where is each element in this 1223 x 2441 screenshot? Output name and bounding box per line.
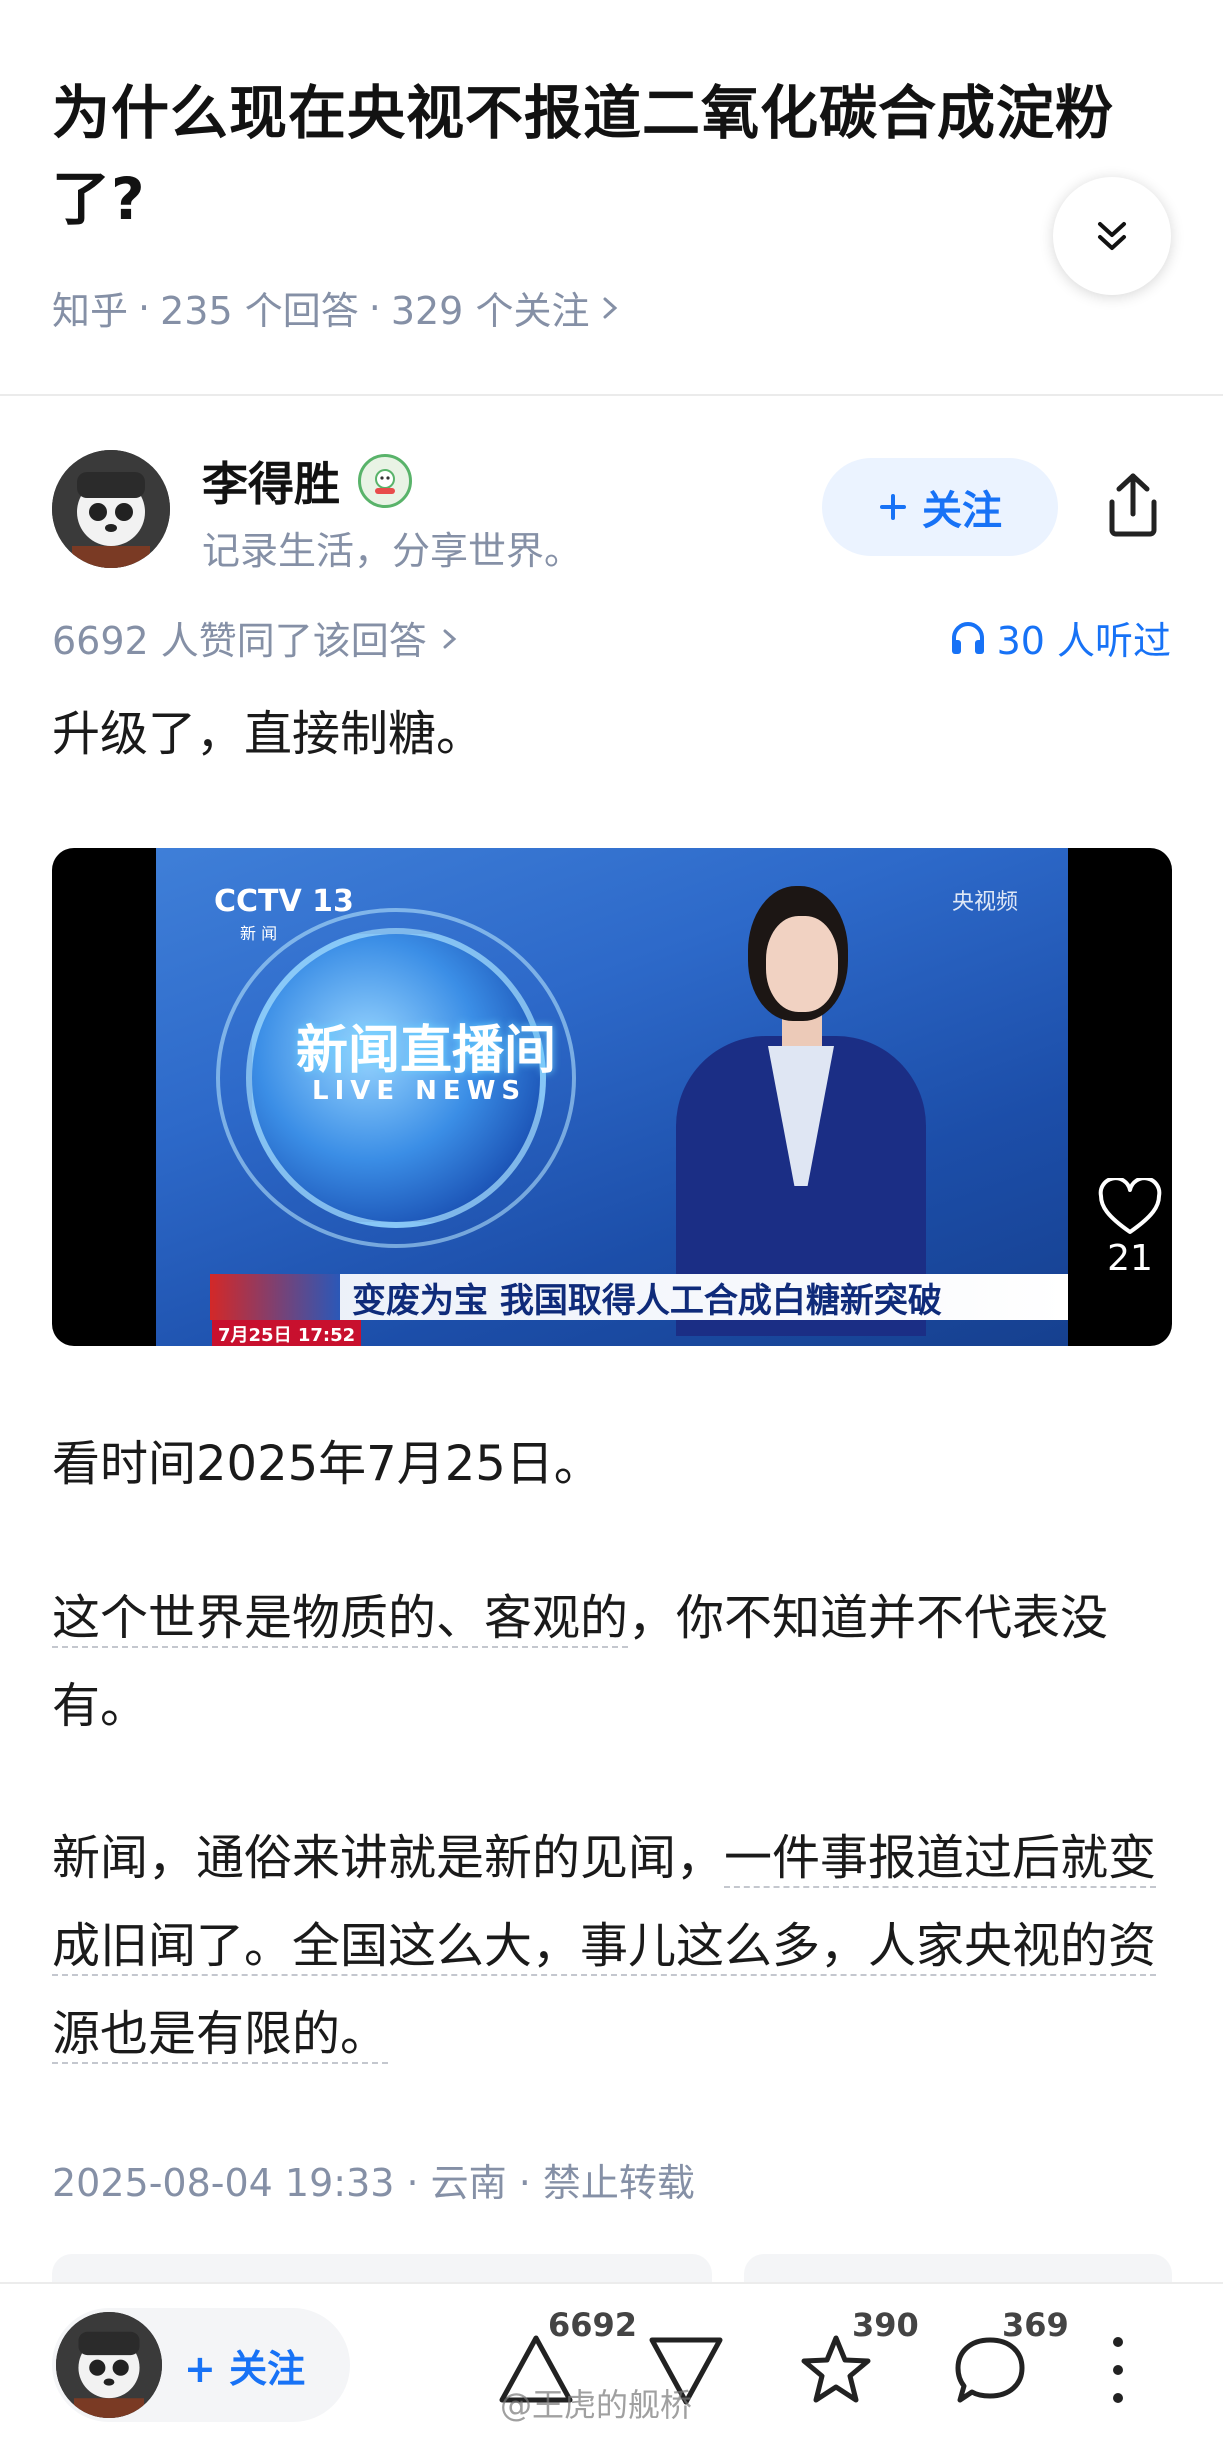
news-anchor: [676, 886, 926, 1336]
ticker-headline: 变废为宝 我国取得人工合成白糖新突破: [352, 1280, 942, 1321]
video-watermark: 央视频: [951, 890, 1018, 915]
author-name[interactable]: 李得胜: [202, 448, 340, 514]
favorite-button[interactable]: 390: [796, 2306, 919, 2418]
upvote-summary-text: 6692 人赞同了该回答: [52, 619, 427, 663]
chevron-right-icon: [443, 629, 457, 649]
source-label: 知乎: [52, 289, 129, 333]
listen-count: 30 人听过: [996, 619, 1171, 663]
listen-summary[interactable]: 30 人听过: [949, 610, 1171, 665]
video-like-count: 21: [1107, 1238, 1153, 1279]
author-badge-icon: [358, 454, 412, 508]
channel-logo: CCTV 13: [214, 884, 354, 919]
comment-count: 369: [1002, 2306, 1069, 2344]
chevron-right-icon: [603, 297, 618, 318]
answer-paragraph: 升级了，直接制糖。: [52, 706, 485, 762]
author-avatar[interactable]: [52, 450, 170, 568]
headphones-icon: [951, 621, 984, 654]
author-bio: 记录生活，分享世界。: [202, 529, 583, 573]
video-frame[interactable]: CCTV 13 新 闻 央视频 新闻直播间 LIVE NEWS 变废为宝 我国取…: [156, 848, 1068, 1346]
answer-paragraph: 看时间2025年7月25日。: [52, 1436, 602, 1492]
meta-separator: ·: [368, 285, 381, 330]
panda-avatar-icon: [52, 450, 170, 568]
collapse-button[interactable]: [1053, 177, 1171, 295]
channel-sub: 新 闻: [240, 924, 278, 943]
question-title[interactable]: 为什么现在央视不报道二氧化碳合成淀粉了?: [52, 70, 1172, 242]
answer-paragraph: 这个世界是物质的、客观的，你不知道并不代表没有。: [52, 1574, 1172, 1750]
meta-separator: ·: [138, 285, 151, 330]
video-like-button[interactable]: 21: [1080, 1178, 1172, 1279]
panda-avatar-icon: [56, 2312, 162, 2418]
question-header: 为什么现在央视不报道二氧化碳合成淀粉了? 知乎 · 235 个回答 · 329 …: [0, 0, 1223, 395]
watermark-credit: @王虎的舰桥: [500, 2386, 693, 2424]
share-icon: [1109, 473, 1157, 537]
comment-button[interactable]: 369: [950, 2306, 1069, 2418]
plus-icon: [880, 494, 906, 520]
upvote-count: 6692: [548, 2306, 638, 2344]
answer-text-span: 新闻，通俗来讲就是新的见闻，: [52, 1830, 725, 1886]
follow-button[interactable]: 关注: [822, 458, 1058, 556]
more-vertical-icon: [1113, 2337, 1123, 2403]
author-name-row[interactable]: 李得胜: [202, 448, 412, 514]
answer-count: 235 个回答: [160, 289, 359, 333]
highlight-term[interactable]: 这个世界是物质的、客观的: [52, 1590, 629, 1648]
upvote-summary[interactable]: 6692 人赞同了该回答: [52, 610, 461, 665]
show-subtitle: LIVE NEWS: [312, 1076, 527, 1106]
question-meta[interactable]: 知乎 · 235 个回答 · 329 个关注: [52, 280, 621, 335]
section-divider: [0, 394, 1223, 396]
heart-icon: [1098, 1178, 1162, 1234]
share-button[interactable]: [1098, 465, 1168, 545]
favorite-count: 390: [852, 2306, 919, 2344]
bottom-follow-button[interactable]: + 关注: [52, 2308, 350, 2422]
news-ticker: 变废为宝 我国取得人工合成白糖新突破: [210, 1274, 1068, 1321]
follower-count: 329 个关注: [390, 289, 590, 333]
bottom-author-avatar[interactable]: [56, 2312, 162, 2418]
double-chevron-down-icon: [1098, 222, 1126, 250]
more-options-button[interactable]: [1098, 2318, 1138, 2418]
video-player[interactable]: CCTV 13 新 闻 央视频 新闻直播间 LIVE NEWS 变废为宝 我国取…: [52, 848, 1172, 1346]
answer-footer-meta: 2025-08-04 19:33 · 云南 · 禁止转载: [52, 2161, 695, 2205]
show-title: 新闻直播间: [296, 1021, 557, 1081]
broadcast-time: 7月25日 17:52: [212, 1320, 362, 1346]
bottom-follow-label: + 关注: [184, 2347, 306, 2391]
answer-paragraph: 新闻，通俗来讲就是新的见闻，一件事报道过后就变成旧闻了。全国这么大，事儿这么多，…: [52, 1814, 1172, 2078]
follow-label: 关注: [922, 488, 1002, 534]
